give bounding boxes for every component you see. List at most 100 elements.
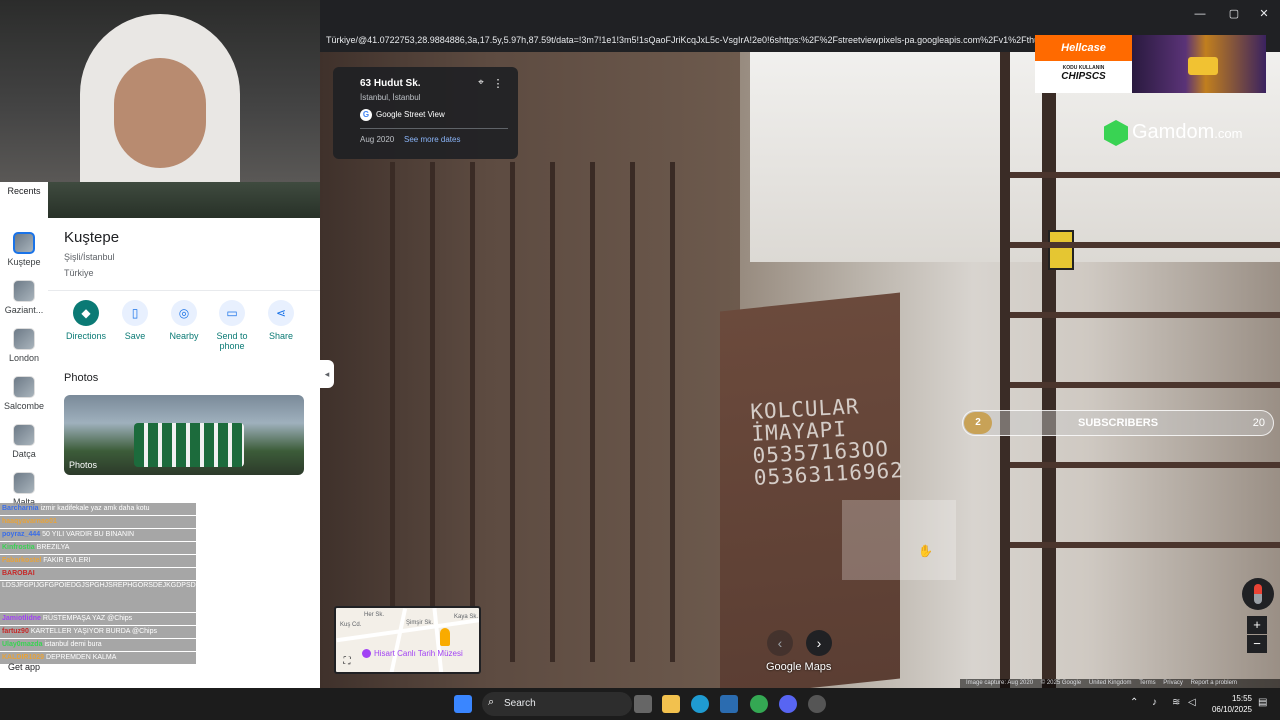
location-pin-icon[interactable]: ⌖ xyxy=(474,77,488,91)
photos-thumbnail[interactable]: Photos xyxy=(64,395,304,475)
recent-item-kustepe[interactable]: Kuştepe xyxy=(0,232,48,267)
recent-item-datca[interactable]: Datça xyxy=(0,424,48,459)
gamdom-brand: Gamdom xyxy=(1132,121,1215,143)
bookmark-icon: ▯ xyxy=(122,300,148,326)
compass-button[interactable] xyxy=(1242,578,1274,610)
footer-privacy-link[interactable]: Privacy xyxy=(1163,680,1183,686)
url-text[interactable]: Türkiye/@41.0722753,28.9884886,3a,17.5y,… xyxy=(326,35,1046,45)
stair-step xyxy=(1010,382,1280,388)
zoom-in-button[interactable]: + xyxy=(1247,616,1267,634)
chat-message: Fabarkostel FAKIR EVLERI xyxy=(0,555,196,567)
discord-icon[interactable] xyxy=(779,695,797,713)
chat-text: istanbul demi bura xyxy=(44,641,102,648)
google-maps-watermark: Google Maps xyxy=(766,661,832,673)
obs-icon[interactable] xyxy=(808,695,826,713)
minimap[interactable]: Şimşir Sk. Kaya Sk. Her Sk. Kuş Cd. Hisa… xyxy=(334,606,481,674)
recent-label: Kuştepe xyxy=(7,257,41,267)
place-hero-image[interactable] xyxy=(48,182,320,218)
recent-item-salcombe[interactable]: Salcombe xyxy=(0,376,48,411)
hellcase-code: CHIPSCS xyxy=(1061,71,1106,82)
chat-text: izmir kadifekale yaz amk daha kotu xyxy=(40,505,150,512)
notification-icon[interactable]: ▤ xyxy=(1258,697,1267,708)
window-bar xyxy=(550,162,555,662)
chat-message: BAROBAI xyxy=(0,568,196,580)
save-button[interactable]: ▯ Save xyxy=(111,300,159,341)
taskbar-search[interactable]: ⌕ Search xyxy=(482,692,632,716)
directions-button[interactable]: ◆ Directions xyxy=(62,300,110,341)
edge-icon[interactable] xyxy=(691,695,709,713)
chat-text: LDSJFGPIJGFGPOIEDGJSPGHJSREPHGORSDEJKGDP… xyxy=(2,582,196,589)
panel-divider xyxy=(48,290,320,291)
tray-chevron-icon[interactable]: ⌃ xyxy=(1130,697,1138,708)
hellcase-logo: Hellcase xyxy=(1035,35,1132,61)
next-arrow-button[interactable]: › xyxy=(806,630,832,656)
taskbar-clock[interactable]: 15:55 06/10/2025 xyxy=(1208,693,1252,715)
recent-label: Datça xyxy=(12,449,36,459)
subscribers-label: SUBSCRIBERS xyxy=(1078,417,1159,429)
footer-terms-link[interactable]: Terms xyxy=(1139,680,1155,686)
footer-report-link[interactable]: Report a problem xyxy=(1191,680,1237,686)
close-window-button[interactable]: ✕ xyxy=(1256,6,1272,22)
street-label: Her Sk. xyxy=(364,612,385,618)
collapse-panel-button[interactable]: ◂ xyxy=(320,360,334,388)
address-city: İstanbul, İstanbul xyxy=(360,93,421,102)
chat-message: Ulay0mazda istanbul demi bura xyxy=(0,639,196,651)
action-label: Send to phone xyxy=(216,331,248,351)
card-divider xyxy=(360,128,508,129)
chat-username: KALDIR1029 xyxy=(2,654,45,661)
volume-icon[interactable]: ◁ xyxy=(1188,697,1196,708)
chat-message: Barcharnia izmir kadifekale yaz amk daha … xyxy=(0,503,196,515)
microphone-icon[interactable]: ♪ xyxy=(1152,697,1157,708)
recent-item-malta[interactable]: Malta xyxy=(0,472,48,507)
windows-start-icon[interactable] xyxy=(454,695,472,713)
wifi-icon[interactable]: ≋ xyxy=(1172,697,1180,708)
brick-wall xyxy=(720,292,900,688)
recent-thumbnail xyxy=(13,424,35,446)
clock-date: 06/10/2025 xyxy=(1211,705,1252,714)
wall-graffiti: KOLCULAR İMAYAPI 05357163OO 05363116962 xyxy=(750,393,905,490)
chat-message: fartuz90 KARTELLER YAŞIYOR BURDA @Chips xyxy=(0,626,196,638)
recent-thumbnail xyxy=(13,280,35,302)
file-explorer-icon[interactable] xyxy=(662,695,680,713)
see-more-dates-link[interactable]: See more dates xyxy=(404,135,460,144)
recent-item-gaziantep[interactable]: Gaziant... xyxy=(0,280,48,315)
maximize-button[interactable]: ▢ xyxy=(1226,6,1242,22)
chrome-icon[interactable] xyxy=(750,695,768,713)
google-street-view-label: G Google Street View xyxy=(360,107,460,123)
nearby-button[interactable]: ◎ Nearby xyxy=(160,300,208,341)
chat-username: Barcharnia xyxy=(2,505,39,512)
more-options-icon[interactable]: ⋮ xyxy=(491,77,505,91)
minimize-button[interactable]: — xyxy=(1192,6,1208,22)
share-button[interactable]: ⋖ Share xyxy=(257,300,305,341)
window-bar xyxy=(630,162,635,662)
chat-text: FAKIR EVLERI xyxy=(43,557,91,564)
action-label: Directions xyxy=(65,331,106,341)
recent-thumbnail xyxy=(13,232,35,254)
phone-icon: ▭ xyxy=(219,300,245,326)
store-icon[interactable] xyxy=(720,695,738,713)
place-title: Kuştepe xyxy=(64,229,120,246)
send-to-phone-button[interactable]: ▭ Send to phone xyxy=(208,300,256,351)
chat-message: Jamiotlidne RÜSTEMPAŞA YAZ @Chips xyxy=(0,613,196,625)
previous-arrow-button[interactable]: ‹ xyxy=(767,630,793,656)
zoom-out-button[interactable]: − xyxy=(1247,635,1267,653)
chat-username: poyraz_444 xyxy=(2,531,41,538)
chat-message: Kinfrostia BREZILYA xyxy=(0,542,196,554)
recent-item-london[interactable]: London xyxy=(0,328,48,363)
get-app-link[interactable]: Get app xyxy=(0,662,48,672)
poi-museum[interactable]: Hisart Canlı Tarih Müzesi xyxy=(362,649,463,659)
footer-capture-date: Image capture: Aug 2020 xyxy=(966,680,1034,686)
footer-region-link[interactable]: United Kingdom xyxy=(1089,680,1132,686)
expand-map-icon[interactable]: ⛶ xyxy=(341,656,353,668)
webcam-overlay xyxy=(0,0,320,182)
task-view-icon[interactable] xyxy=(634,695,652,713)
pegman-icon[interactable] xyxy=(440,628,450,646)
nearby-icon: ◎ xyxy=(171,300,197,326)
chat-username: fartuz90 xyxy=(2,628,29,635)
chat-username: Jamiotlidne xyxy=(2,615,41,622)
source-label: Google Street View xyxy=(376,110,445,119)
map-footer: Image capture: Aug 2020 © 2025 Google Un… xyxy=(960,679,1280,688)
chat-message: LDSJFGPIJGFGPOIEDGJSPGHJSREPHGORSDEJKGDP… xyxy=(0,581,196,612)
stair-step xyxy=(1010,172,1280,178)
stair-step xyxy=(1010,312,1280,318)
